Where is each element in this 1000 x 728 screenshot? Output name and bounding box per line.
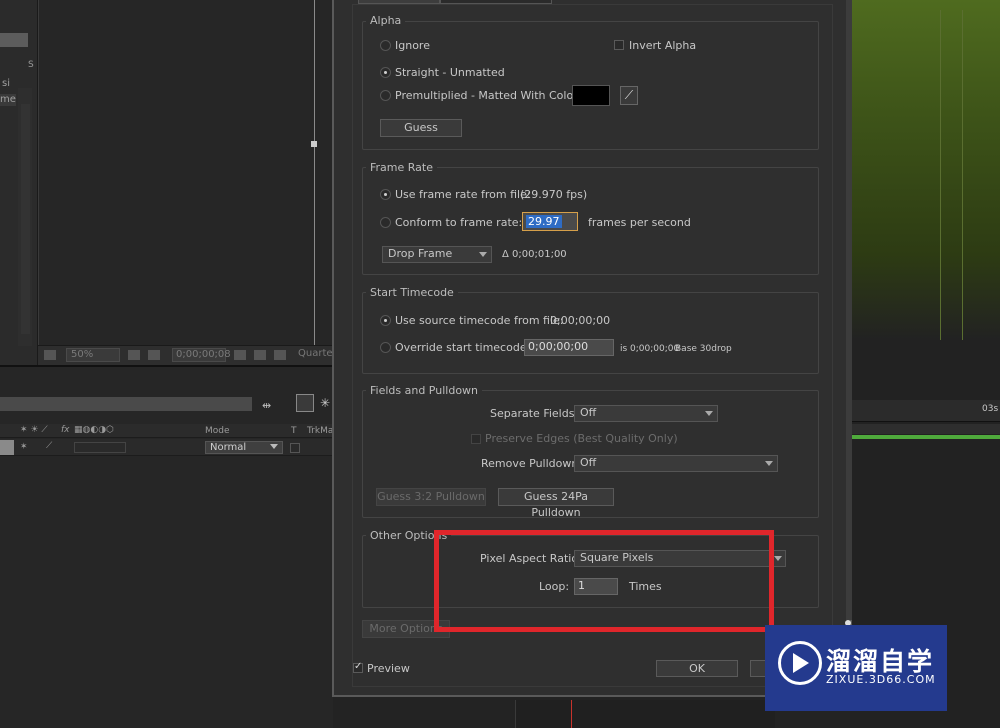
current-time-field[interactable]: 0;00;00;08 xyxy=(172,348,231,362)
guess-24pa-pulldown-button[interactable]: Guess 24Pa Pulldown xyxy=(498,488,614,519)
guess-32-pulldown-button[interactable]: Guess 3:2 Pulldown xyxy=(376,488,486,506)
start-timecode-group xyxy=(362,292,819,374)
frame-delta-label: Δ 0;00;01;00 xyxy=(502,249,567,260)
camera-icon[interactable] xyxy=(234,350,246,360)
alpha-straight-label: Straight - Unmatted xyxy=(395,66,505,79)
alpha-premultiplied-radio[interactable] xyxy=(380,90,391,101)
eyedropper-icon[interactable]: ⟋ xyxy=(620,86,638,105)
alpha-ignore-label: Ignore xyxy=(395,39,430,52)
preserve-edges-checkbox[interactable] xyxy=(471,434,481,444)
t-column-header: T xyxy=(291,426,297,436)
chevron-down-icon xyxy=(774,556,782,561)
layer-switches-boxes[interactable] xyxy=(74,442,126,453)
ok-button[interactable]: OK xyxy=(656,660,738,677)
remove-pulldown-dropdown[interactable]: Off xyxy=(574,455,778,472)
dialog-scrollbar[interactable] xyxy=(846,0,852,620)
preserve-transparency-checkbox[interactable] xyxy=(290,443,300,453)
resolution-dropdown[interactable]: Quarte xyxy=(298,348,333,359)
fields-pulldown-group-title: Fields and Pulldown xyxy=(366,385,483,397)
conform-frame-rate-label: Conform to frame rate: xyxy=(395,216,523,229)
preview-label: Preview xyxy=(367,662,410,675)
conform-fps-input[interactable]: 29.97 xyxy=(522,212,578,231)
project-item-label-2: me xyxy=(0,94,16,105)
alpha-ignore-radio[interactable] xyxy=(380,40,391,51)
time-ruler[interactable] xyxy=(850,400,1000,422)
viewer-handle[interactable] xyxy=(311,141,317,147)
project-item-selected[interactable]: me xyxy=(0,94,16,106)
person-icon[interactable] xyxy=(254,350,266,360)
use-source-timecode-label: Use source timecode from file: xyxy=(395,314,564,327)
layer-switch-shy[interactable]: ✶ xyxy=(20,442,28,452)
layer-duration-bar[interactable] xyxy=(850,435,1000,439)
conform-frame-rate-radio[interactable] xyxy=(380,217,391,228)
invert-alpha-checkbox[interactable] xyxy=(614,40,624,50)
remove-pulldown-label: Remove Pulldown: xyxy=(481,457,583,470)
timeline-search[interactable] xyxy=(0,397,252,411)
layer-label-color[interactable] xyxy=(0,440,14,455)
override-timecode-label: Override start timecode: xyxy=(395,341,531,354)
work-area-bar[interactable] xyxy=(850,424,1000,434)
timeline-column-headers xyxy=(0,424,333,438)
project-tab-s[interactable]: S xyxy=(28,60,34,70)
mode-column-header: Mode xyxy=(205,426,230,436)
frame-rate-group-title: Frame Rate xyxy=(366,162,437,174)
preview-guide-line-2 xyxy=(962,10,963,340)
fps-unit-label: frames per second xyxy=(588,216,691,229)
guess-alpha-button[interactable]: Guess xyxy=(380,119,462,137)
timecode-base-label: Base 30drop xyxy=(675,344,732,354)
viewer-boundary-line xyxy=(314,0,315,345)
alpha-group-title: Alpha xyxy=(366,15,406,27)
override-timecode-radio[interactable] xyxy=(380,342,391,353)
alpha-straight-radio[interactable] xyxy=(380,67,391,78)
alpha-premultiplied-label: Premultiplied - Matted With Color: xyxy=(395,89,582,102)
playhead-line[interactable] xyxy=(571,700,572,728)
layer-switch-quality[interactable]: ⟋ xyxy=(46,441,52,451)
start-timecode-group-title: Start Timecode xyxy=(366,287,458,299)
fx-icon: fx xyxy=(61,425,70,435)
preview-guide-line xyxy=(940,10,941,340)
invert-alpha-label: Invert Alpha xyxy=(629,39,697,52)
use-file-frame-rate-radio[interactable] xyxy=(380,189,391,200)
preview-checkbox[interactable] xyxy=(353,661,363,673)
highlight-box xyxy=(434,530,774,632)
bottom-panel xyxy=(515,700,775,728)
timecode-is-label: is 0;00;00;00 xyxy=(620,344,680,354)
draft-3d-icon[interactable] xyxy=(296,394,314,412)
grid-icon[interactable] xyxy=(128,350,140,360)
comp-flowchart-icon[interactable]: ⇹ xyxy=(262,399,271,412)
timeline-panel xyxy=(0,365,333,728)
play-icon xyxy=(793,653,809,673)
project-scroll-thumb[interactable] xyxy=(21,104,30,334)
drop-frame-dropdown[interactable]: Drop Frame xyxy=(382,246,492,263)
source-timecode-value: 0;00;00;00 xyxy=(550,314,611,327)
zoom-dropdown[interactable]: 50% xyxy=(66,348,120,362)
trkmat-column-header: TrkMa xyxy=(307,426,334,436)
mask-icon[interactable] xyxy=(148,350,160,360)
chevron-down-icon xyxy=(765,461,773,466)
conform-fps-value: 29.97 xyxy=(526,215,562,228)
preserve-edges-label: Preserve Edges (Best Quality Only) xyxy=(485,432,678,445)
chevron-down-icon xyxy=(479,252,487,257)
file-fps-value: (29.970 fps) xyxy=(520,188,588,201)
project-item-label[interactable]: si xyxy=(2,78,10,89)
project-search-bar[interactable] xyxy=(0,33,28,47)
separate-fields-dropdown[interactable]: Off xyxy=(574,405,718,422)
switches-icons: ✶ ☀ ⟋ xyxy=(20,425,48,435)
always-preview-icon[interactable] xyxy=(44,350,56,360)
use-file-frame-rate-label: Use frame rate from file: xyxy=(395,188,531,201)
chevron-down-icon xyxy=(705,411,713,416)
override-timecode-input[interactable]: 0;00;00;00 xyxy=(524,339,614,356)
footage-preview-area xyxy=(850,0,1000,340)
channel-icon[interactable] xyxy=(274,350,286,360)
motion-blur-icon[interactable]: ✳ xyxy=(320,396,330,410)
chevron-down-icon xyxy=(270,444,278,449)
matte-color-swatch[interactable] xyxy=(572,85,610,106)
ruler-time-label: 03s xyxy=(982,404,999,414)
separate-fields-label: Separate Fields: xyxy=(490,407,579,420)
layer-switch-icons: ▦◍◐◑⬡ xyxy=(74,425,114,435)
use-source-timecode-radio[interactable] xyxy=(380,315,391,326)
composition-viewer xyxy=(38,0,333,345)
watermark-subtitle: ZIXUE.3D66.COM xyxy=(826,673,936,686)
